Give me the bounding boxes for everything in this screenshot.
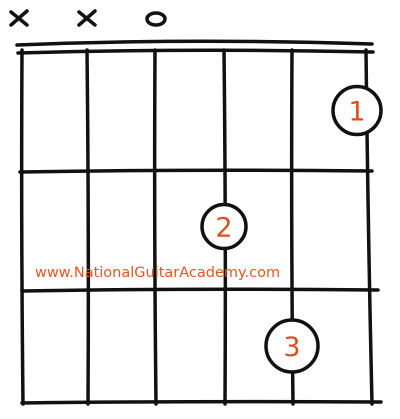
chord-diagram: 1 2 3 www.NationalGuitarAcademy.com bbox=[9, 9, 383, 406]
fret-line-3 bbox=[20, 399, 383, 405]
fret-line-1 bbox=[18, 168, 374, 174]
muted-string-marker-2 bbox=[77, 9, 97, 27]
nut bbox=[15, 39, 375, 55]
finger-label-1: 1 bbox=[348, 97, 365, 128]
finger-label-3: 3 bbox=[283, 332, 300, 363]
finger-marker-3: 3 bbox=[264, 318, 320, 374]
muted-string-marker-1 bbox=[9, 9, 29, 27]
strings bbox=[19, 48, 374, 406]
fretboard-grid bbox=[18, 168, 383, 405]
string-line-1 bbox=[19, 48, 25, 406]
finger-marker-1: 1 bbox=[331, 84, 383, 137]
finger-marker-2: 2 bbox=[200, 202, 248, 251]
string-line-2 bbox=[85, 48, 91, 406]
string-markers bbox=[9, 9, 167, 27]
watermark: www.NationalGuitarAcademy.com bbox=[35, 265, 280, 281]
finger-label-2: 2 bbox=[215, 213, 232, 244]
open-string-marker-3 bbox=[145, 11, 167, 27]
fret-line-2 bbox=[20, 287, 380, 293]
string-line-3 bbox=[152, 48, 158, 406]
